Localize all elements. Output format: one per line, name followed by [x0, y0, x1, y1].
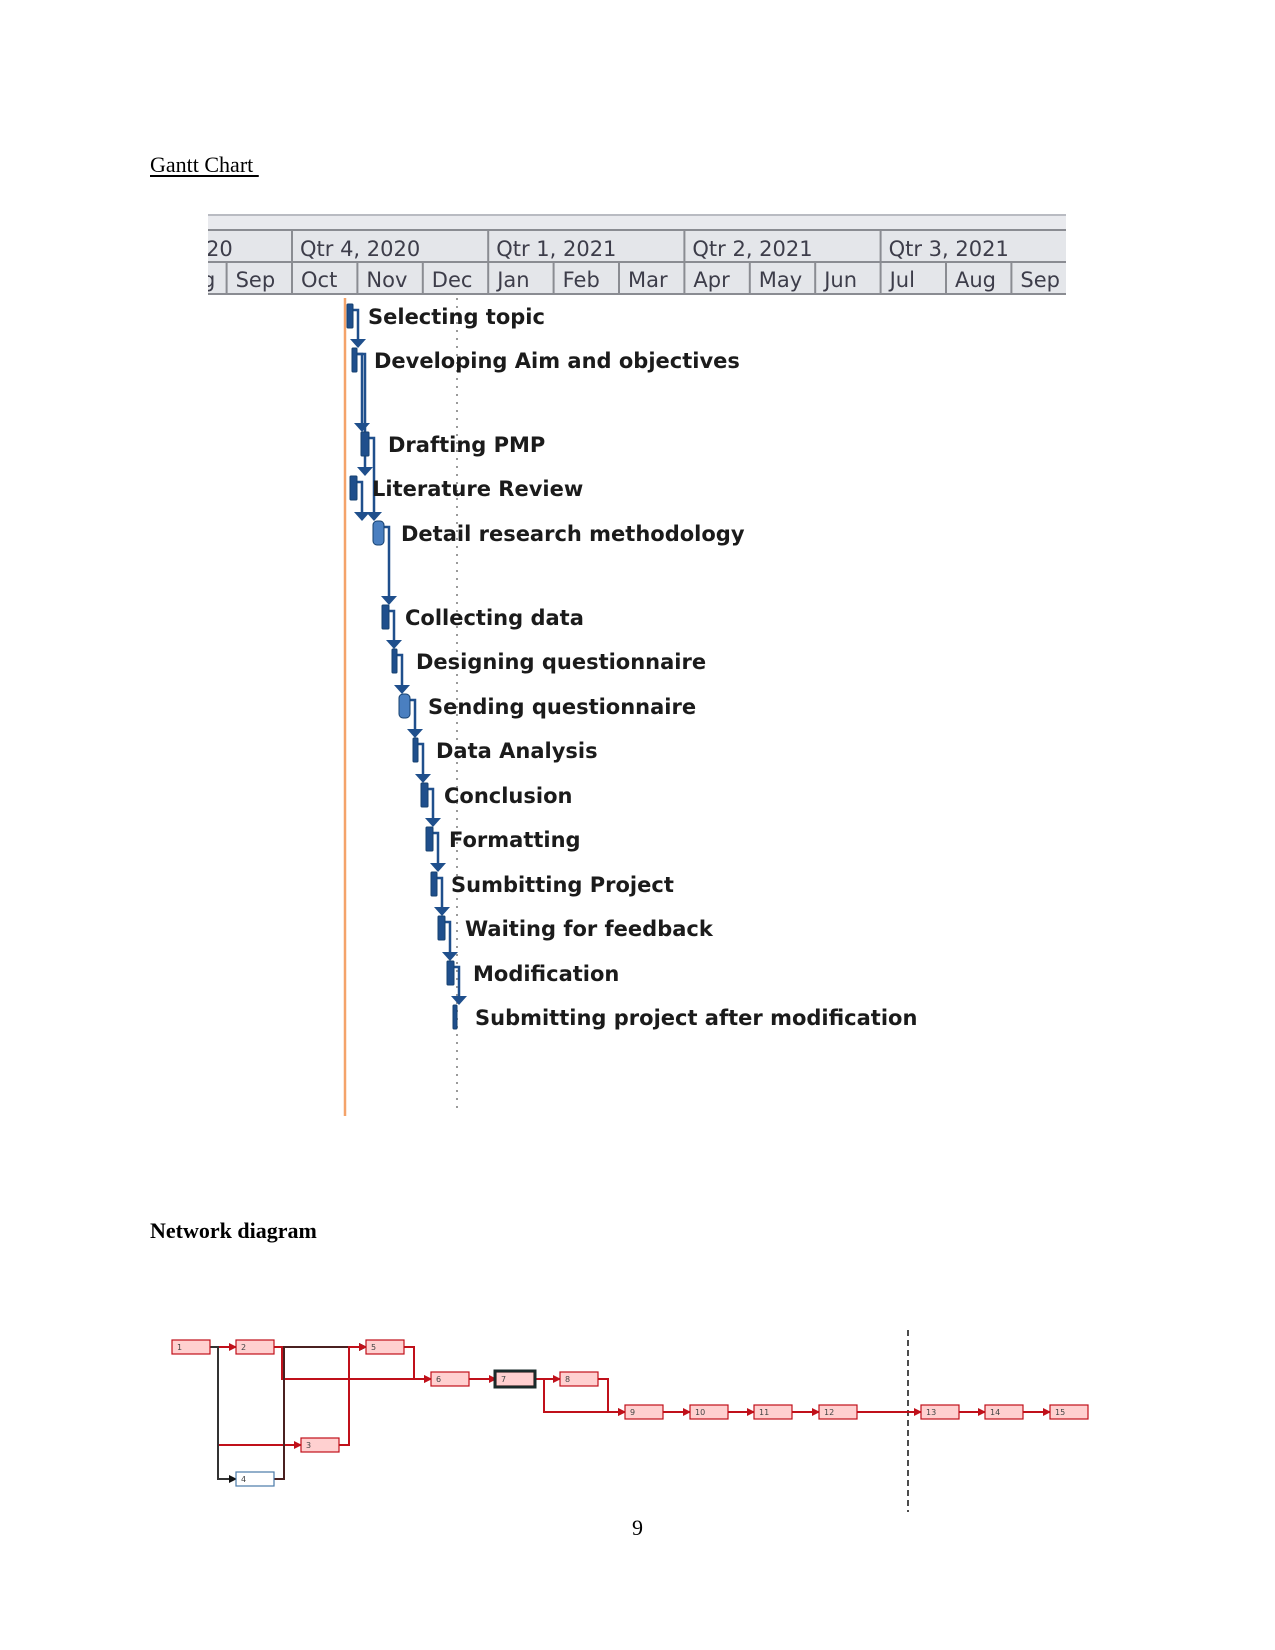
network-node[interactable]: 13 [920, 1404, 960, 1420]
page-number: 9 [632, 1515, 643, 1540]
network-node-id: 1 [177, 1343, 182, 1352]
network-node-id: 9 [630, 1408, 635, 1417]
network-link [210, 1346, 237, 1483]
network-node[interactable]: 2 [235, 1339, 275, 1355]
network-node-id: 7 [501, 1375, 506, 1384]
network-node-id: 4 [241, 1475, 246, 1484]
network-link [404, 1346, 432, 1383]
network-node-id: 6 [436, 1375, 441, 1384]
network-link [274, 1346, 432, 1383]
network-link [274, 1343, 367, 1480]
network-node-id: 2 [241, 1343, 246, 1352]
network-link [339, 1343, 367, 1446]
network-node[interactable]: 9 [624, 1404, 664, 1420]
network-node[interactable]: 15 [1049, 1404, 1089, 1420]
network-node-id: 3 [306, 1441, 311, 1450]
network-node[interactable]: 5 [365, 1339, 405, 1355]
network-nodes: 1 23456 7 89 10 11 12 13 14 15 [171, 1339, 1089, 1487]
network-node-id: 11 [759, 1408, 769, 1417]
network-node[interactable]: 10 [689, 1404, 729, 1420]
network-node[interactable]: 7 [493, 1369, 537, 1389]
network-node-id: 14 [990, 1408, 1000, 1417]
network-link [598, 1378, 626, 1416]
network-node[interactable]: 4 [235, 1471, 275, 1487]
network-node-id: 8 [565, 1375, 570, 1384]
network-node[interactable]: 3 [300, 1437, 340, 1453]
network-node-id: 10 [695, 1408, 705, 1417]
network-node-id: 13 [926, 1408, 936, 1417]
network-node[interactable]: 11 [753, 1404, 793, 1420]
network-node[interactable]: 8 [559, 1371, 599, 1387]
network-node[interactable]: 6 [430, 1371, 470, 1387]
network-node-id: 12 [824, 1408, 834, 1417]
network-link [210, 1346, 302, 1449]
network-node-id: 5 [371, 1343, 376, 1352]
network-node[interactable]: 12 [818, 1404, 858, 1420]
network-node[interactable]: 14 [984, 1404, 1024, 1420]
network-node-id: 15 [1055, 1408, 1065, 1417]
network-diagram: 1 23456 7 89 10 11 12 13 14 15 [171, 1330, 1089, 1512]
network-node[interactable]: 1 [171, 1339, 211, 1355]
